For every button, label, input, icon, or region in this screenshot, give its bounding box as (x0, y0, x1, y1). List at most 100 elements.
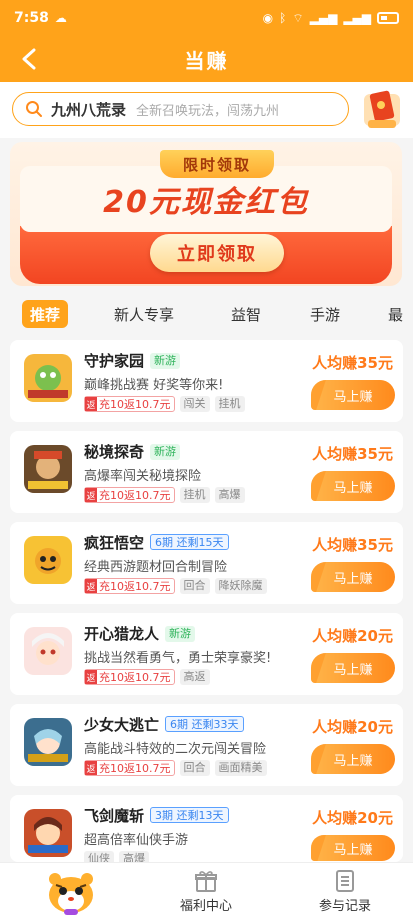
banner-tag: 限时领取 (160, 150, 274, 178)
game-tag: 高爆 (214, 487, 245, 503)
mascot-home-button[interactable] (44, 869, 98, 917)
game-icon (24, 627, 72, 675)
game-tags: 返充10返10.7元 回合 画面精美 (84, 760, 267, 776)
rebate-tag: 返充10返10.7元 (84, 487, 175, 503)
tab-puzzle[interactable]: 益智 (231, 300, 261, 328)
rebate-tag: 返充10返10.7元 (84, 760, 175, 776)
game-description: 高爆率闯关秘境探险 (84, 469, 202, 484)
bluetooth-icon: ᛒ (279, 11, 287, 25)
earn-now-button[interactable]: 马上赚 (311, 471, 395, 501)
game-description: 经典西游题材回合制冒险 (84, 560, 228, 575)
average-earning: 人均赚35元 (312, 354, 393, 372)
claim-button[interactable]: 立即领取 (150, 234, 284, 272)
earn-now-button[interactable]: 马上赚 (311, 835, 395, 861)
game-card[interactable]: 守护家园 新游 巅峰挑战赛 好奖等你来! 返充10返10.7元 闯关 挂机 人均赚… (10, 340, 403, 422)
promo-banner[interactable]: 20元现金红包 限时领取 立即领取 (10, 142, 402, 286)
page-title: 当赚 (184, 48, 229, 73)
welfare-center-label: 福利中心 (179, 899, 232, 914)
average-earning: 人均赚20元 (312, 627, 393, 645)
chevron-left-icon (22, 48, 36, 70)
game-tag: 闯关 (179, 396, 210, 412)
game-tag: 挂机 (179, 487, 210, 503)
game-name: 开心猎龙人 新游 (84, 623, 196, 644)
signal-icon-2: ▂▄▆ (343, 11, 371, 25)
new-game-badge: 新游 (165, 626, 196, 642)
game-icon (24, 809, 72, 857)
category-tabs: 推荐 新人专享 益智 手游 最 (0, 296, 413, 332)
game-tag: 画面精美 (214, 760, 267, 776)
document-icon (336, 870, 354, 892)
game-name: 少女大逃亡 6期 还剩33天 (84, 714, 244, 735)
status-time: 7:58 (14, 10, 49, 26)
game-icon (24, 536, 72, 584)
game-card[interactable]: 飞剑魔斩 3期 还剩13天 超高倍率仙侠手游 仙侠 高爆 人均赚20元 马上赚 (10, 795, 403, 867)
tab-more[interactable]: 最 (388, 300, 403, 328)
game-icon (24, 718, 72, 766)
game-description: 高能战斗特效的二次元闯关冒险 (84, 742, 267, 757)
notification-icon: ☁ (54, 11, 67, 25)
red-packet-icon (364, 90, 400, 128)
game-tags: 返充10返10.7元 挂机 高爆 (84, 487, 245, 503)
average-earning: 人均赚20元 (312, 718, 393, 736)
status-bar: 7:58 ☁ ◉ ᛒ ⌔ ▂▄▆ ▂▄▆ (0, 0, 413, 36)
game-description: 挑战当然看勇气，勇士荣享豪奖! (84, 651, 272, 666)
game-name: 守护家园 新游 (84, 350, 181, 371)
game-icon (24, 354, 72, 402)
search-input[interactable]: 九州八荒录 全新召唤玩法，闯荡九州 (12, 92, 349, 126)
game-tag: 回合 (179, 760, 210, 776)
earn-now-button[interactable]: 马上赚 (311, 380, 395, 410)
new-game-badge: 新游 (150, 444, 181, 460)
average-earning: 人均赚35元 (312, 536, 393, 554)
participation-records-tab[interactable]: 参与记录 (295, 869, 395, 917)
search-icon (26, 101, 42, 117)
earn-now-button[interactable]: 马上赚 (311, 562, 395, 592)
new-game-badge: 新游 (150, 353, 181, 369)
search-row: 九州八荒录 全新召唤玩法，闯荡九州 (0, 82, 413, 138)
battery-icon (377, 12, 399, 24)
game-tags: 返充10返10.7元 高返 (84, 669, 210, 685)
game-tag: 高返 (179, 669, 210, 685)
search-query: 九州八荒录 (51, 100, 127, 119)
tab-mobile-games[interactable]: 手游 (310, 300, 340, 328)
gift-icon (195, 871, 217, 892)
game-description: 超高倍率仙侠手游 (84, 833, 189, 848)
period-badge: 6期 还剩33天 (165, 716, 244, 732)
search-placeholder: 全新召唤玩法，闯荡九州 (136, 103, 280, 119)
top-app-bar: 7:58 ☁ ◉ ᛒ ⌔ ▂▄▆ ▂▄▆ 当赚 (0, 0, 413, 82)
bottom-nav: 福利中心 参与记录 (0, 862, 413, 919)
game-card[interactable]: 疯狂悟空 6期 还剩15天 经典西游题材回合制冒险 返充10返10.7元 回合 降… (10, 522, 403, 604)
game-card[interactable]: 开心猎龙人 新游 挑战当然看勇气，勇士荣享豪奖! 返充10返10.7元 高返 人均… (10, 613, 403, 695)
status-icons: ◉ ᛒ ⌔ ▂▄▆ ▂▄▆ (263, 11, 399, 26)
game-name: 秘境探奇 新游 (84, 441, 181, 462)
game-icon (24, 445, 72, 493)
signal-icon: ▂▄▆ (309, 11, 338, 25)
nav-bar: 当赚 (0, 36, 413, 82)
tiger-mascot-icon (49, 873, 93, 915)
average-earning: 人均赚35元 (312, 445, 393, 463)
game-tags: 返充10返10.7元 回合 降妖除魔 (84, 578, 267, 594)
earn-now-button[interactable]: 马上赚 (311, 653, 395, 683)
game-tag: 降妖除魔 (214, 578, 267, 594)
welfare-center-tab[interactable]: 福利中心 (156, 869, 256, 917)
game-card[interactable]: 少女大逃亡 6期 还剩33天 高能战斗特效的二次元闯关冒险 返充10返10.7元 … (10, 704, 403, 786)
participation-records-label: 参与记录 (318, 899, 371, 914)
rebate-tag: 返充10返10.7元 (84, 396, 175, 412)
wifi-icon: ⌔ (292, 10, 304, 25)
game-tags: 返充10返10.7元 闯关 挂机 (84, 396, 245, 412)
earn-now-button[interactable]: 马上赚 (311, 744, 395, 774)
back-button[interactable] (14, 44, 44, 74)
game-card[interactable]: 秘境探奇 新游 高爆率闯关秘境探险 返充10返10.7元 挂机 高爆 人均赚35元… (10, 431, 403, 513)
game-description: 巅峰挑战赛 好奖等你来! (84, 378, 224, 393)
game-name: 疯狂悟空 6期 还剩15天 (84, 532, 229, 553)
tab-recommend[interactable]: 推荐 (22, 300, 69, 328)
rebate-tag: 返充10返10.7元 (84, 669, 175, 685)
game-tag: 挂机 (214, 396, 245, 412)
period-badge: 6期 还剩15天 (150, 534, 229, 550)
eye-icon: ◉ (262, 11, 274, 25)
tab-newcomer[interactable]: 新人专享 (114, 300, 174, 328)
average-earning: 人均赚20元 (312, 809, 393, 827)
game-name: 飞剑魔斩 3期 还剩13天 (84, 805, 229, 826)
game-tag: 回合 (179, 578, 210, 594)
banner-content: 20元现金红包 限时领取 立即领取 (20, 150, 392, 284)
red-packet-button[interactable] (362, 88, 402, 132)
